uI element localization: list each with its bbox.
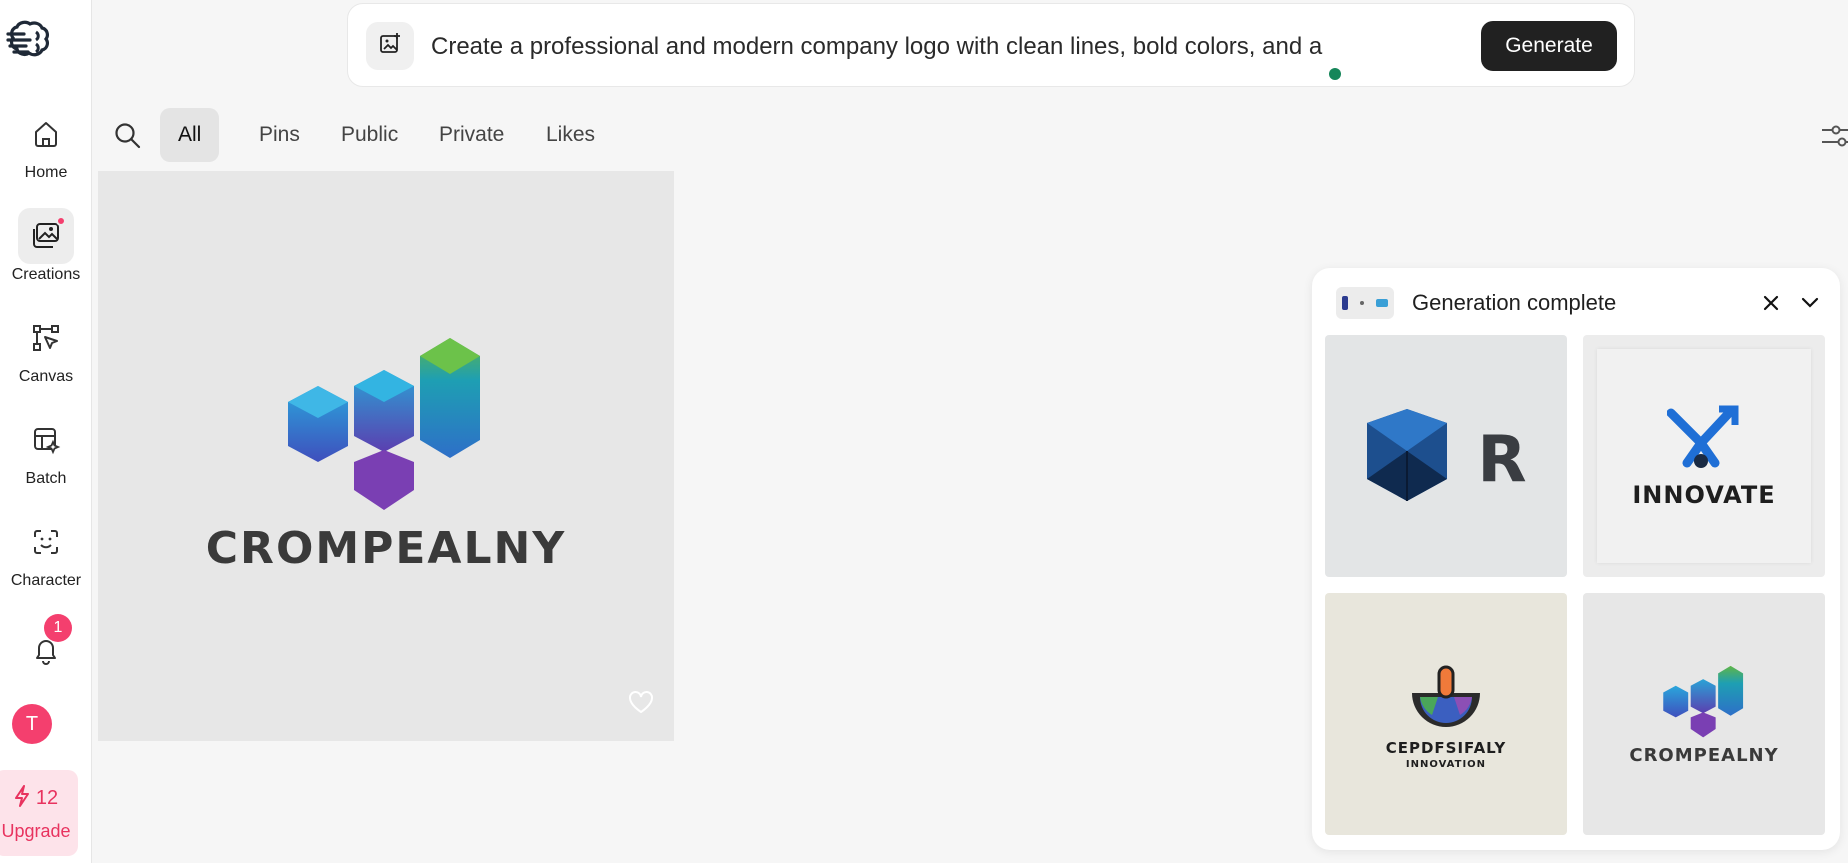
upgrade-button[interactable]: 12 Upgrade [0,770,78,856]
result-logo-image [1412,665,1480,727]
brain-logo-icon[interactable] [6,18,54,66]
canvas-icon [18,310,74,366]
lightning-icon [14,784,30,813]
filter-settings-icon[interactable] [1820,120,1848,152]
result-wordmark: INNOVATE [1632,481,1776,509]
tab-pins[interactable]: Pins [241,108,318,162]
sidebar-item-label: Character [10,572,82,589]
tab-public[interactable]: Public [323,108,416,162]
sidebar-item-label: Home [24,164,68,181]
tab-all[interactable]: All [160,108,220,162]
prompt-input[interactable]: Create a professional and modern company… [431,33,1322,61]
sidebar: Home Creations Canvas Batch Character 1 … [0,0,92,863]
generation-thumbnail [1336,287,1394,319]
home-icon [18,106,74,162]
search-icon[interactable] [112,120,144,152]
result-tile[interactable]: CEPDFSIFALY INNOVATION [1325,593,1567,835]
avatar[interactable]: T [12,704,52,744]
chevron-down-icon[interactable] [1797,290,1823,316]
result-logo-image [1667,405,1739,468]
close-icon[interactable] [1758,290,1784,316]
tab-likes[interactable]: Likes [528,108,613,162]
status-indicator-dot [1329,68,1341,80]
sidebar-item-canvas[interactable]: Canvas [0,310,92,386]
notification-count-badge: 1 [44,614,72,642]
like-heart-icon[interactable] [628,690,654,719]
character-icon [18,514,74,570]
upgrade-label: Upgrade [1,820,71,841]
generate-button[interactable]: Generate [1481,21,1617,71]
result-logo-image [1663,665,1744,738]
result-wordmark: CEPDFSIFALY [1385,739,1507,757]
cubes-logo-image [288,338,480,510]
tab-private[interactable]: Private [421,108,522,162]
result-tagline: INNOVATION [1405,759,1487,770]
result-wordmark: R [1477,423,1527,497]
batch-icon [18,412,74,468]
new-indicator-dot [56,216,66,226]
credits-count: 12 [35,787,59,809]
sidebar-item-label: Creations [11,266,81,283]
result-wordmark: CROMPEALNY [1629,745,1779,766]
result-tile[interactable]: INNOVATE [1583,335,1825,577]
result-tile[interactable]: CROMPEALNY [1583,593,1825,835]
image-gallery-icon [18,208,74,264]
panel-title: Generation complete [1412,290,1617,315]
sidebar-item-character[interactable]: Character [0,514,92,590]
sidebar-item-label: Batch [25,470,67,487]
generation-panel: Generation complete R INNOVATE CEPDFSIFA… [1312,268,1840,850]
sidebar-item-batch[interactable]: Batch [0,412,92,488]
add-image-button[interactable] [366,22,414,70]
logo-wordmark: CROMPEALNY [205,523,567,574]
sidebar-item-home[interactable]: Home [0,106,92,182]
creation-card[interactable]: CROMPEALNY [98,171,674,741]
sidebar-item-creations[interactable]: Creations [0,208,92,284]
image-add-icon [378,32,402,61]
result-tile[interactable]: R [1325,335,1567,577]
prompt-bar: Create a professional and modern company… [347,3,1635,87]
sidebar-item-label: Canvas [18,368,74,385]
